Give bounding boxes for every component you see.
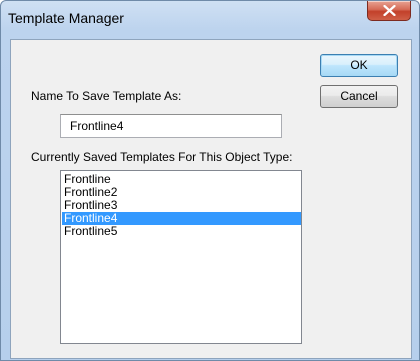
window-title: Template Manager bbox=[8, 10, 124, 26]
close-icon bbox=[383, 5, 396, 16]
title-bar[interactable]: Template Manager bbox=[1, 1, 419, 39]
template-list-item[interactable]: Frontline5 bbox=[62, 225, 301, 238]
ok-button[interactable]: OK bbox=[320, 54, 398, 77]
template-name-label: Name To Save Template As: bbox=[31, 89, 182, 103]
dialog-body: OK Cancel Name To Save Template As: Fron… bbox=[10, 39, 412, 359]
template-name-input[interactable]: Frontline4 bbox=[60, 114, 282, 138]
close-button[interactable] bbox=[367, 1, 411, 21]
template-manager-dialog: Template Manager OK Cancel Name To Save … bbox=[0, 0, 420, 361]
saved-templates-label: Currently Saved Templates For This Objec… bbox=[31, 150, 293, 164]
saved-templates-list[interactable]: Frontline Frontline2 Frontline3 Frontline4 F… bbox=[60, 170, 302, 344]
cancel-button[interactable]: Cancel bbox=[320, 85, 398, 108]
